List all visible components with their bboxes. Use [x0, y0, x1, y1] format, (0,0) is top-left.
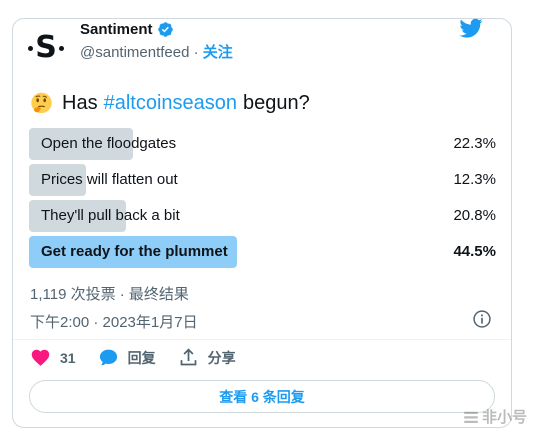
reply-bubble-icon — [99, 349, 117, 366]
author-handle[interactable]: @santimentfeed — [80, 44, 189, 61]
watermark-text: 非小号 — [482, 409, 528, 426]
verified-badge-icon — [157, 22, 173, 37]
tweet-text-after: begun? — [243, 92, 310, 114]
poll-option: Open the floodgates 22.3% — [29, 128, 496, 160]
poll-option-label: Get ready for the plummet — [41, 243, 228, 260]
reply-button[interactable]: 回复 — [98, 347, 156, 368]
handle-separator: · — [189, 44, 203, 61]
info-icon[interactable] — [472, 309, 492, 329]
twitter-bird-icon[interactable] — [459, 16, 483, 40]
action-bar: 31 回复 分享 — [30, 347, 258, 368]
divider — [13, 339, 511, 340]
avatar[interactable]: S — [22, 24, 70, 72]
poll-option-percent: 44.5% — [453, 243, 496, 260]
poll-meta: 1,119 次投票 · 最终结果 — [30, 286, 189, 303]
view-replies-button[interactable]: 查看 6 条回复 — [29, 380, 495, 413]
author-name-row: Santiment — [80, 21, 174, 38]
follow-button[interactable]: 关注 — [203, 44, 233, 61]
poll-option: Prices will flatten out 12.3% — [29, 164, 496, 196]
avatar-logo-letter: S — [35, 30, 57, 65]
tweet-text: Has #altcoinseason begun? — [30, 92, 310, 115]
share-icon — [180, 348, 196, 366]
author-handle-row: @santimentfeed · 关注 — [80, 41, 233, 62]
poll: Open the floodgates 22.3% Prices will fl… — [29, 128, 496, 272]
reply-label: 回复 — [127, 349, 156, 366]
poll-option-label: Prices will flatten out — [41, 171, 178, 188]
tweet-timestamp[interactable]: 下午2:00 · 2023年1月7日 — [30, 311, 198, 332]
tweet-text-before: Has — [62, 92, 98, 114]
share-button[interactable]: 分享 — [178, 347, 236, 368]
share-label: 分享 — [207, 349, 236, 366]
avatar-dot-left — [28, 45, 34, 51]
poll-option-winner: Get ready for the plummet 44.5% — [29, 236, 496, 268]
like-count: 31 — [60, 349, 76, 366]
watermark: 非小号 — [462, 406, 527, 427]
watermark-logo-icon — [464, 411, 478, 423]
thinking-face-emoji-icon — [31, 92, 52, 114]
poll-option-label: Open the floodgates — [41, 135, 177, 152]
hashtag-link[interactable]: #altcoinseason — [104, 92, 237, 115]
like-button[interactable]: 31 — [30, 347, 76, 368]
poll-option-percent: 22.3% — [453, 135, 496, 152]
avatar-dot-right — [58, 45, 64, 51]
author-name[interactable]: Santiment — [80, 21, 153, 38]
poll-option: They'll pull back a bit 20.8% — [29, 200, 496, 232]
poll-option-percent: 20.8% — [453, 207, 496, 224]
heart-icon — [31, 349, 50, 366]
poll-option-label: They'll pull back a bit — [41, 207, 180, 224]
poll-option-percent: 12.3% — [453, 171, 496, 188]
